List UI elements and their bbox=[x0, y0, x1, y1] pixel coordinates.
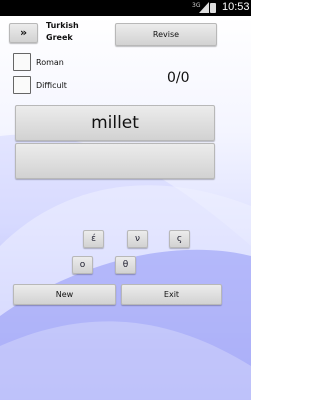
revise-label: Revise bbox=[152, 30, 180, 39]
exit-button[interactable]: Exit bbox=[121, 284, 222, 305]
status-bar: 3G 10:53 bbox=[0, 0, 251, 16]
letter-key[interactable]: ν bbox=[127, 230, 148, 248]
letter-key[interactable]: έ bbox=[83, 230, 104, 248]
difficult-label: Difficult bbox=[36, 81, 67, 90]
signal-icon bbox=[199, 2, 209, 13]
new-label: New bbox=[55, 290, 74, 299]
exit-label: Exit bbox=[163, 290, 180, 299]
word-button[interactable]: millet bbox=[15, 105, 215, 141]
letter-key[interactable]: θ bbox=[115, 256, 136, 274]
expand-button[interactable]: » bbox=[9, 23, 38, 43]
answer-field[interactable] bbox=[15, 143, 215, 179]
difficult-checkbox[interactable] bbox=[13, 76, 31, 94]
expand-icon: » bbox=[19, 26, 28, 39]
roman-checkbox[interactable] bbox=[13, 53, 31, 71]
language-to: Greek bbox=[46, 33, 73, 42]
new-button[interactable]: New bbox=[13, 284, 116, 305]
revise-button[interactable]: Revise bbox=[115, 23, 217, 46]
language-from: Turkish bbox=[46, 21, 79, 30]
battery-icon bbox=[210, 3, 216, 13]
letter-key[interactable]: ο bbox=[72, 256, 93, 274]
roman-label: Roman bbox=[36, 58, 64, 67]
status-clock: 10:53 bbox=[222, 1, 250, 13]
letter-key[interactable]: ς bbox=[169, 230, 190, 248]
app-background bbox=[0, 16, 251, 400]
word-text: millet bbox=[91, 113, 139, 133]
score: 0/0 bbox=[167, 70, 190, 86]
wave-decoration bbox=[0, 134, 251, 400]
